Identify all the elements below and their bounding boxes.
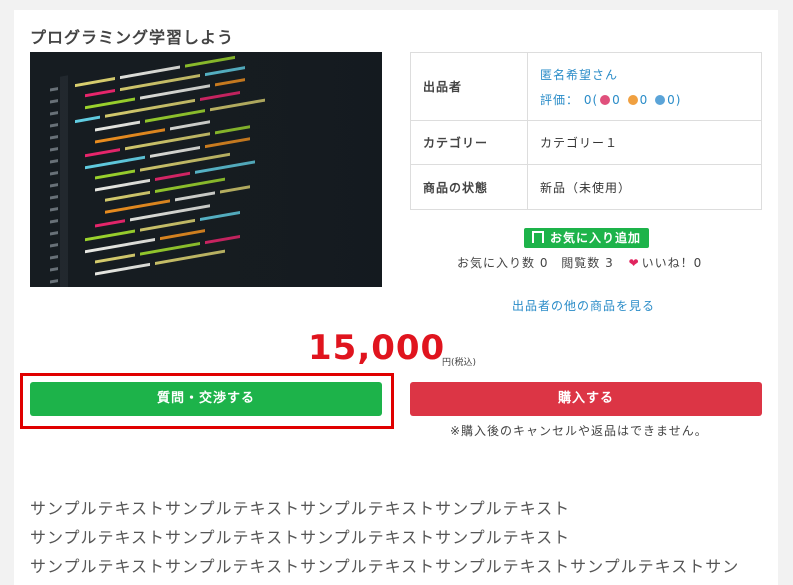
code-screen-image <box>30 52 382 287</box>
seller-label: 出品者 <box>410 52 528 121</box>
product-info-table: 出品者 匿名希望さん 評価： 0( 0 0 0) カテゴリー カテゴリー１ 商品の… <box>410 52 762 210</box>
condition-label: 商品の状態 <box>410 164 528 210</box>
description-line: サンプルテキストサンプルテキストサンプルテキストサンプルテキスト <box>30 528 571 547</box>
view-count: 閲覧数 3 <box>561 256 614 270</box>
category-label: カテゴリー <box>410 120 528 165</box>
rating-normal-count: 0 <box>639 92 649 107</box>
seller-other-items-link[interactable]: 出品者の他の商品を見る <box>512 297 655 314</box>
product-title: プログラミング学習しよう <box>30 28 235 47</box>
seller-rating[interactable]: 評価： 0( 0 0 0) <box>540 91 749 108</box>
rating-suffix: ) <box>675 92 682 107</box>
description-line: サンプルテキストサンプルテキストサンプルテキストサンプルテキストサンプルテキスト… <box>30 557 740 576</box>
table-row-seller: 出品者 匿名希望さん 評価： 0( 0 0 0) <box>410 52 762 121</box>
heart-icon[interactable]: ❤ <box>629 256 640 270</box>
seller-cell: 匿名希望さん 評価： 0( 0 0 0) <box>527 52 762 121</box>
rating-good-count: 0 <box>612 92 621 107</box>
description-line: サンプルテキストサンプルテキストサンプルテキストサンプルテキスト <box>30 499 571 518</box>
table-row-condition: 商品の状態 新品（未使用） <box>410 164 762 210</box>
product-description: サンプルテキストサンプルテキストサンプルテキストサンプルテキスト サンプルテキス… <box>30 494 739 581</box>
bookmark-icon <box>532 231 544 243</box>
ask-negotiate-button[interactable]: 質問・交渉する <box>30 382 382 416</box>
favorite-count: お気に入り数 0 <box>457 256 549 270</box>
category-value: カテゴリー１ <box>527 120 762 165</box>
table-row-category: カテゴリー カテゴリー１ <box>410 120 762 165</box>
add-favorite-button[interactable]: お気に入り追加 <box>524 228 650 248</box>
purchase-note: ※購入後のキャンセルや返品はできません。 <box>450 424 708 438</box>
condition-value: 新品（未使用） <box>527 164 762 210</box>
sad-face-icon <box>655 94 666 105</box>
price-value: 15,000 <box>308 328 446 368</box>
smile-face-icon <box>600 94 611 105</box>
rating-bad-count: 0 <box>667 92 676 107</box>
product-card: プログラミング学習しよう 出品者 匿名希望さん 評価： 0(0 0 0) カテ… <box>14 10 778 585</box>
rating-total: 0( <box>583 92 599 107</box>
seller-name-link[interactable]: 匿名希望さん <box>540 66 749 83</box>
neutral-face-icon <box>627 94 638 105</box>
tax-note: 円(税込) <box>442 358 477 368</box>
like-count[interactable]: いいね！0 <box>642 256 703 270</box>
product-image <box>30 52 382 287</box>
rating-prefix: 評価： <box>540 92 580 107</box>
item-stats: お気に入り数 0 閲覧数 3 ❤ いいね！0 <box>457 254 702 271</box>
add-favorite-label: お気に入り追加 <box>550 231 642 245</box>
buy-button[interactable]: 購入する <box>410 382 762 416</box>
